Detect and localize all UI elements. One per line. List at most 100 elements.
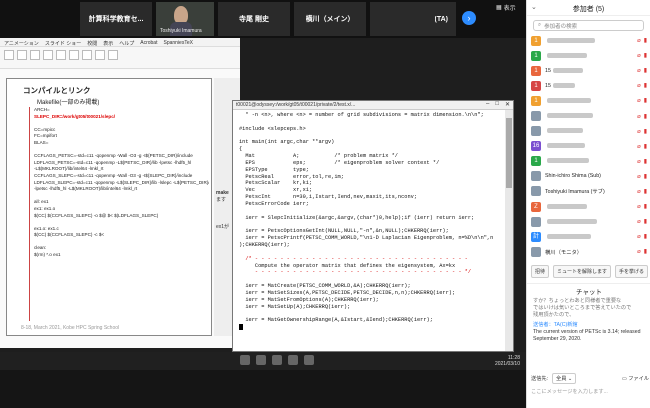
participant-row[interactable]: 1 15 ⌀ ▮	[527, 63, 650, 78]
code-line: ierr = MatGetOwnershipRange(A,&Istart,&I…	[239, 317, 433, 324]
recipient-select[interactable]: 全員 ⌄	[552, 373, 577, 384]
minimize-icon[interactable]: –	[486, 101, 489, 108]
unmute-button[interactable]: ミュートを解除します	[553, 265, 612, 278]
slide-subtitle: Makefile(一部のみ掲載)	[37, 100, 100, 106]
makefile-line: BLAS=	[34, 139, 49, 145]
video-off-icon: ▮	[643, 143, 647, 150]
close-icon[interactable]: ✕	[505, 101, 510, 108]
slide-canvas[interactable]: コンパイルとリンク Makefile(一部のみ掲載) ARCH= SLEPC_DI…	[6, 78, 212, 336]
menu-animation[interactable]: アニメーション	[4, 40, 39, 47]
participant-row[interactable]: ⌀ ▮	[527, 124, 650, 139]
participant-row[interactable]: 1 15 ⌀ ▮	[527, 78, 650, 93]
code-line: EPS eps; /* eigenproblem solver context …	[239, 159, 440, 166]
ribbon-button-icon[interactable]	[17, 50, 27, 60]
video-off-icon: ▮	[643, 53, 647, 60]
taskbar-app-icon[interactable]	[256, 355, 266, 365]
system-tray-clock[interactable]: 11:28 2021/03/10	[495, 355, 520, 367]
ribbon-button-icon[interactable]	[4, 50, 14, 60]
menu-slideshow[interactable]: スライド ショー	[45, 40, 81, 47]
participant-row[interactable]: 1 ⌀ ▮	[527, 33, 650, 48]
participant-row[interactable]: 16 ⌀ ▮	[527, 139, 650, 154]
participant-row[interactable]: 1 ⌀ ▮	[527, 93, 650, 108]
scrollbar[interactable]	[505, 110, 513, 351]
menu-view[interactable]: 表示	[103, 40, 113, 47]
participant-row[interactable]: ⌀ ▮	[527, 214, 650, 229]
send-to-label: 送信先:	[531, 376, 549, 382]
zoom-meeting-window: 計算科学教育セ... Toshiyuki Imamura 寺尾 剛史 横川（メイ…	[0, 0, 650, 408]
participant-row[interactable]: 計 ⌀ ▮	[527, 229, 650, 244]
ribbon-button-icon[interactable]	[56, 50, 66, 60]
code-line: Vec xr,xi;	[239, 187, 313, 194]
muted-mic-icon: ⌀	[637, 98, 641, 105]
file-button[interactable]: ▭ ファイル	[622, 375, 649, 382]
muted-mic-icon: ⌀	[637, 38, 641, 45]
next-page-arrow-icon[interactable]: ›	[462, 11, 476, 25]
participant-name-text: 横川（モニタ）	[545, 249, 583, 256]
code-editor[interactable]: * -n <n>, where <n> = number of grid sub…	[233, 110, 505, 351]
participant-search-input[interactable]: ⌕ 参加者の検索	[533, 20, 644, 31]
makefile-line	[34, 219, 209, 226]
video-strip: 計算科学教育セ... Toshiyuki Imamura 寺尾 剛史 横川（メイ…	[0, 0, 526, 38]
chat-message: すか？ちょっとわあと同様者で重要な	[533, 298, 622, 304]
redacted-name	[547, 158, 589, 164]
ribbon-button-icon[interactable]	[43, 50, 53, 60]
participant-row[interactable]: Z ⌀ ▮	[527, 199, 650, 214]
participant-row[interactable]: 1 ⌀ ▮	[527, 154, 650, 169]
code-line: ierr = SlepcInitialize(&argc,&argv,(char…	[239, 214, 475, 221]
taskbar-app-icon[interactable]	[240, 355, 250, 365]
chat-input[interactable]: ここにメッセージを入力します...	[531, 388, 649, 395]
makefile-line: CCFLAGS_SLEPC=-std=c11 -qopenmp -Wall -O…	[34, 172, 193, 178]
code-line: );CHKERRQ(ierr);	[239, 242, 290, 249]
participant-row[interactable]: ⌀ ▮	[527, 108, 650, 123]
makefile-line: ARCH=	[34, 107, 50, 112]
avatar: 1	[531, 65, 541, 76]
terminal-window[interactable]: t00021@odyssey:/work/gt05/t00021/private…	[232, 100, 514, 352]
scrollbar-thumb[interactable]	[506, 118, 512, 188]
participant-row[interactable]: Toshiyuki Imamura (サブ) ⌀ ▮	[527, 184, 650, 199]
terminal-title-bar[interactable]: t00021@odyssey:/work/gt05/t00021/private…	[233, 101, 513, 110]
menu-acrobat[interactable]: Acrobat	[140, 40, 157, 46]
windows-taskbar: 11:28 2021/03/10	[0, 352, 526, 370]
taskbar-app-icon[interactable]	[304, 355, 314, 365]
taskbar-app-icon[interactable]	[288, 355, 298, 365]
participant-tile[interactable]: 横川（メイン）	[294, 2, 366, 36]
participant-tile[interactable]: 寺尾 剛史	[218, 2, 290, 36]
muted-mic-icon: ⌀	[637, 204, 641, 211]
ppt-menu-bar: アニメーション スライド ショー 校閲 表示 ヘルプ Acrobat Spann…	[0, 38, 240, 47]
ribbon-button-icon[interactable]	[95, 50, 105, 60]
makefile-line: clean:	[34, 245, 47, 251]
participant-row[interactable]: 1 ⌀ ▮	[527, 48, 650, 63]
maximize-icon[interactable]: □	[495, 101, 499, 108]
ribbon-button-icon[interactable]	[82, 50, 92, 60]
participant-name	[545, 52, 637, 59]
menu-help[interactable]: ヘルプ	[119, 40, 134, 47]
ribbon-button-icon[interactable]	[30, 50, 40, 60]
makefile-line: ex1: ex1.o	[34, 205, 56, 211]
participant-tile[interactable]: 計算科学教育セ...	[80, 2, 152, 36]
ribbon-button-icon[interactable]	[69, 50, 79, 60]
participant-row[interactable]: 横川（モニタ） ⌀ ▮	[527, 244, 650, 259]
participant-video-tile[interactable]: Toshiyuki Imamura	[156, 2, 214, 36]
redacted-name	[547, 218, 597, 224]
grid-icon: ▦	[496, 5, 502, 11]
terminal-title: t00021@odyssey:/work/gt05/t00021/private…	[236, 102, 356, 108]
participant-row[interactable]: Shin-ichiro Shima (Sub) ⌀ ▮	[527, 169, 650, 184]
participant-name	[545, 113, 637, 119]
taskbar-app-icon[interactable]	[272, 355, 282, 365]
avatar: 1	[531, 50, 541, 61]
participant-tile[interactable]: (TA)	[370, 2, 456, 36]
muted-mic-icon: ⌀	[637, 143, 641, 150]
ribbon-button-icon[interactable]	[108, 50, 118, 60]
bottom-area	[0, 370, 526, 408]
participant-name	[545, 37, 637, 44]
menu-spanniestex[interactable]: SpanniesTeX	[163, 40, 192, 46]
invite-button[interactable]: 招待	[531, 265, 550, 278]
display-button[interactable]: ▦ 表示	[496, 3, 516, 12]
menu-review[interactable]: 校閲	[87, 40, 97, 47]
raise-hand-button[interactable]: 手を挙げる	[615, 265, 649, 278]
code-line: PetscErrorCode ierr;	[239, 200, 309, 207]
chat-message: ではいけは気いところまで答えていたので	[533, 305, 632, 311]
